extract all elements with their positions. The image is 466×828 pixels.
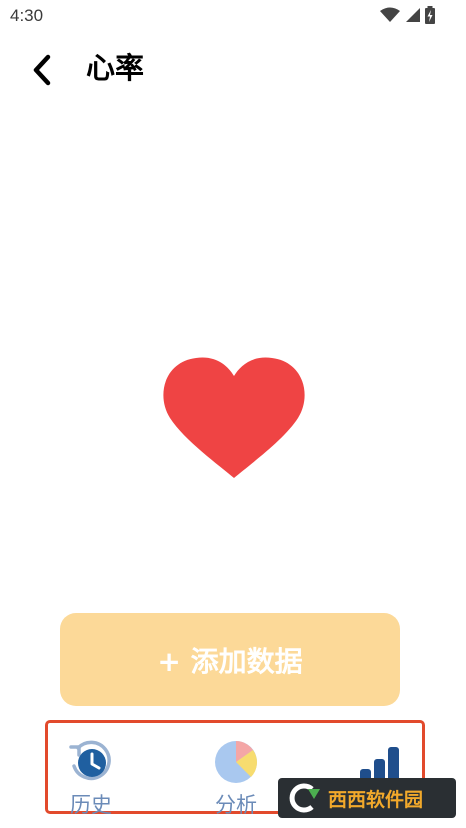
watermark-logo-icon <box>289 783 320 813</box>
watermark: 西西软件园 <box>278 778 456 818</box>
watermark-text: 西西软件园 <box>328 788 424 811</box>
add-data-button-label: + 添加数据 <box>157 644 303 678</box>
status-icons <box>380 6 436 24</box>
battery-icon <box>425 6 435 24</box>
pie-chart-icon <box>215 741 257 783</box>
signal-icon <box>406 8 420 22</box>
page-title: 心率 <box>86 51 145 85</box>
status-bar: 4:30 <box>0 0 466 32</box>
back-button[interactable] <box>22 50 62 90</box>
app-bar: 心率 <box>0 40 466 100</box>
heart-icon <box>163 357 305 478</box>
chevron-left-icon <box>33 54 51 86</box>
add-data-button[interactable]: + 添加数据 <box>60 613 400 706</box>
nav-label-analysis: 分析 <box>215 793 257 817</box>
nav-item-history[interactable]: 历史 <box>41 723 141 817</box>
nav-label-history: 历史 <box>70 793 112 817</box>
wifi-icon <box>380 7 400 22</box>
nav-item-analysis[interactable]: 分析 <box>186 723 286 817</box>
status-time: 4:30 <box>10 6 44 25</box>
history-icon <box>69 740 111 781</box>
